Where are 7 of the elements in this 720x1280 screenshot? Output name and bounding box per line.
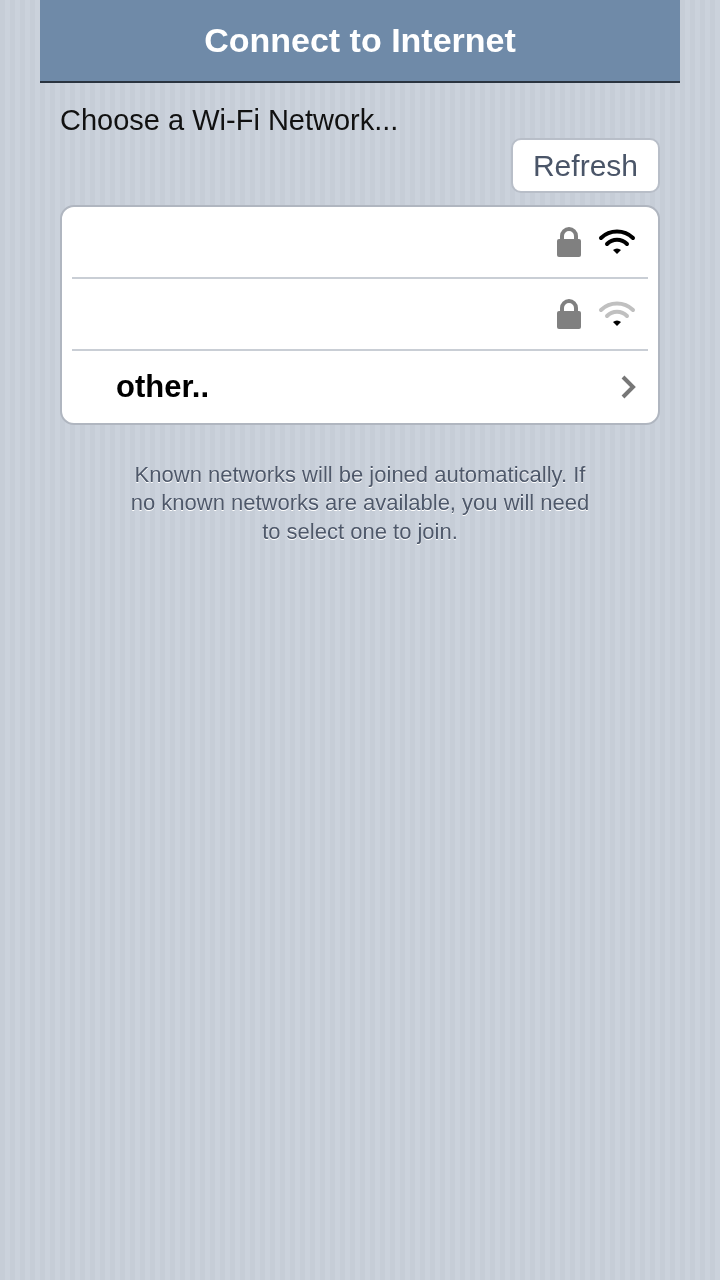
refresh-button[interactable]: Refresh [510, 137, 660, 193]
other-network-label: other.. [115, 367, 209, 406]
chevron-icon [620, 373, 636, 400]
other-network-row[interactable]: other.. [72, 350, 648, 423]
prompt-text: Choose a Wi-Fi Network... [60, 103, 400, 138]
info-text: Known networks will be joined automatically. If no known networks are available, you will need to select one to join. [129, 460, 591, 546]
screen-title: Connect to Internet [204, 20, 516, 61]
